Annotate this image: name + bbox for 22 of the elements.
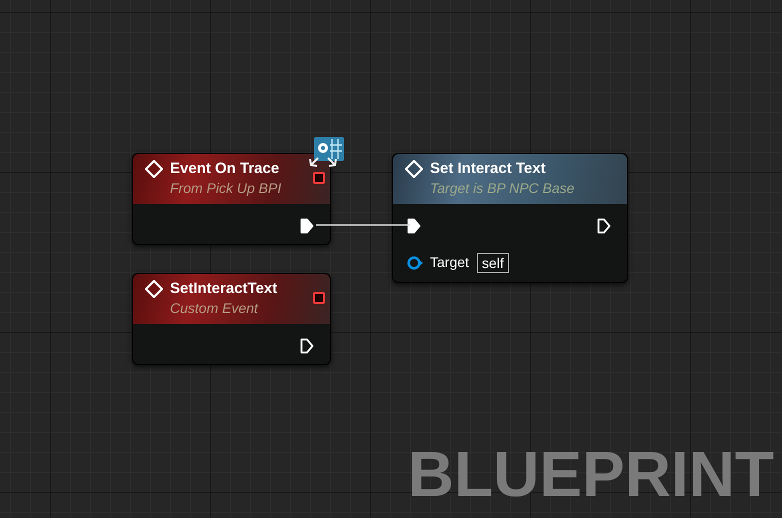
node-card[interactable]: SetInteractText Custom Event [132,273,331,365]
delegate-pin[interactable] [313,172,325,184]
function-icon [405,160,423,178]
exec-pin[interactable] [300,218,314,234]
node-card[interactable]: Set Interact Text Target is BP NPC Base Target self [392,153,628,283]
delegate-pin[interactable] [313,292,325,304]
object-pin[interactable] [407,256,424,270]
node-title: SetInteractText [170,280,278,298]
exec-pin[interactable] [407,218,421,234]
node-subtitle: Target is BP NPC Base [430,179,574,198]
pin-value-field[interactable]: self [476,252,509,272]
node-subtitle: Custom Event [170,299,260,318]
exec-pin[interactable] [597,218,611,234]
node-title: Event On Trace [170,160,280,178]
exec-pin[interactable] [300,338,314,354]
blueprint-label: BLUEPRINT [408,442,774,506]
function-icon [145,280,163,298]
node-title: Set Interact Text [430,160,547,178]
function-icon [145,160,163,178]
node-subtitle: From Pick Up BPI [170,179,282,198]
pin-label: Target [430,253,469,272]
node-card[interactable]: Event On Trace From Pick Up BPI [132,153,331,245]
